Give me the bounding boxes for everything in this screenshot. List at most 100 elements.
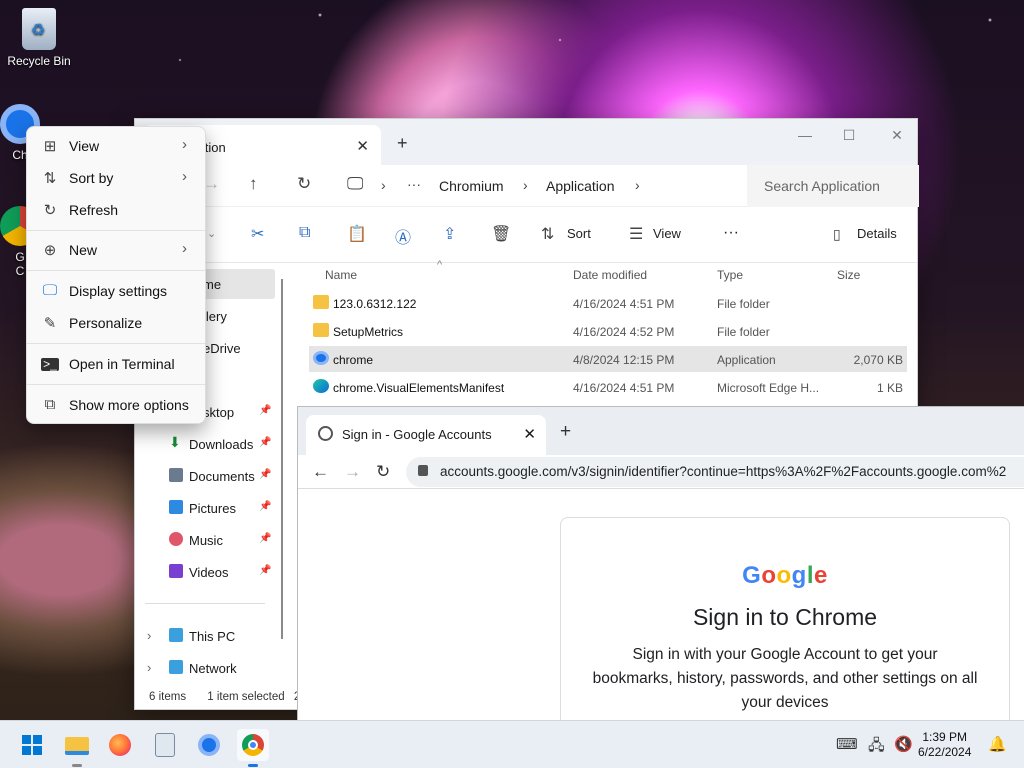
table-row[interactable]: chrome.VisualElementsManifest 4/16/2024 … bbox=[309, 374, 907, 400]
delete-icon[interactable]: 🗑 bbox=[491, 224, 511, 244]
up-icon[interactable]: ↑ bbox=[249, 174, 258, 194]
pictures-icon bbox=[169, 500, 183, 514]
file-list: Name ^ Date modified Type Size 123.0.631… bbox=[281, 259, 917, 405]
sidebar-item-label: Videos bbox=[189, 565, 229, 580]
chevron-right-icon: › bbox=[523, 177, 528, 193]
sidebar-item-videos[interactable]: Videos 📌 bbox=[135, 557, 275, 587]
firefox-taskbar-button[interactable] bbox=[104, 729, 136, 761]
chevron-down-icon[interactable]: ⌄ bbox=[207, 227, 216, 240]
menu-item-refresh[interactable]: ↻ Refresh bbox=[33, 195, 199, 225]
details-pane-icon[interactable]: ▯ bbox=[833, 226, 841, 243]
rename-icon[interactable]: Ⓐ bbox=[395, 224, 411, 248]
chrome-toolbar: ← → ↻ accounts.google.com/v3/signin/iden… bbox=[298, 455, 1024, 489]
recycle-bin-icon[interactable]: ♻ Recycle Bin bbox=[0, 8, 78, 68]
lock-icon bbox=[418, 465, 428, 476]
notification-bell-icon[interactable]: 🔔 bbox=[988, 735, 1007, 753]
keyboard-icon[interactable]: ⌨ bbox=[836, 735, 858, 753]
sort-up-icon: ^ bbox=[437, 259, 443, 271]
recycle-bin-label: Recycle Bin bbox=[7, 54, 71, 68]
more-options-icon[interactable]: ··· bbox=[723, 224, 739, 242]
display-icon: 🖵 bbox=[42, 282, 58, 299]
chevron-right-icon[interactable]: › bbox=[147, 628, 151, 643]
menu-item-label: Sort by bbox=[69, 170, 114, 186]
table-row[interactable]: SetupMetrics 4/16/2024 4:52 PM File fold… bbox=[309, 318, 907, 344]
network-icon[interactable]: 🖧 bbox=[868, 735, 885, 760]
chromium-icon bbox=[198, 734, 220, 756]
search-input[interactable]: Search Application bbox=[747, 165, 919, 207]
file-name: 123.0.6312.122 bbox=[333, 297, 417, 311]
view-icon[interactable]: ☰ bbox=[629, 224, 643, 244]
address-bar[interactable]: accounts.google.com/v3/signin/identifier… bbox=[406, 457, 1024, 487]
more-path-icon[interactable]: ··· bbox=[407, 176, 421, 192]
this-pc-icon[interactable]: 🖵 bbox=[347, 174, 363, 194]
chrome-taskbar-button[interactable] bbox=[237, 729, 269, 767]
file-type: File folder bbox=[717, 297, 770, 311]
chevron-right-icon[interactable]: › bbox=[147, 660, 151, 675]
menu-item-view[interactable]: ⊞ View › bbox=[33, 131, 199, 161]
sort-icon[interactable]: ⇅ bbox=[541, 224, 554, 244]
sidebar-item-network[interactable]: › Network bbox=[135, 653, 275, 683]
file-date: 4/16/2024 4:51 PM bbox=[573, 381, 675, 395]
sidebar-item-documents[interactable]: Documents 📌 bbox=[135, 461, 275, 491]
close-tab-icon[interactable]: ✕ bbox=[523, 425, 536, 443]
reload-icon[interactable]: ↻ bbox=[376, 462, 390, 482]
app-taskbar-button[interactable] bbox=[149, 729, 181, 761]
start-button[interactable] bbox=[16, 729, 48, 761]
menu-item-display-settings[interactable]: 🖵 Display settings bbox=[33, 276, 199, 306]
menu-separator bbox=[27, 343, 205, 344]
new-tab-icon[interactable]: + bbox=[397, 133, 408, 154]
paste-icon[interactable]: 📋 bbox=[347, 224, 367, 244]
refresh-icon[interactable]: ↻ bbox=[297, 174, 311, 194]
minimize-icon[interactable]: — bbox=[795, 127, 815, 143]
volume-muted-icon[interactable]: 🔇 bbox=[894, 735, 913, 753]
back-icon[interactable]: ← bbox=[312, 462, 329, 482]
chromium-taskbar-button[interactable] bbox=[193, 729, 225, 761]
breadcrumb-chromium[interactable]: Chromium bbox=[439, 178, 504, 194]
refresh-icon: ↻ bbox=[43, 202, 57, 219]
table-row[interactable]: chrome 4/8/2024 12:15 PM Application 2,0… bbox=[309, 346, 907, 372]
forward-icon[interactable]: → bbox=[344, 462, 361, 482]
menu-item-sort-by[interactable]: ⇅ Sort by › bbox=[33, 163, 199, 193]
file-size: 2,070 KB bbox=[853, 353, 903, 367]
sidebar-item-label: This PC bbox=[189, 629, 236, 644]
table-row[interactable]: 123.0.6312.122 4/16/2024 4:51 PM File fo… bbox=[309, 290, 907, 316]
breadcrumb-application[interactable]: Application bbox=[546, 178, 615, 194]
chrome-tab-strip: Sign in - Google Accounts ✕ + bbox=[298, 407, 1024, 455]
chrome-tab[interactable]: Sign in - Google Accounts ✕ bbox=[306, 415, 546, 455]
clock[interactable]: 1:39 PM 6/22/2024 bbox=[918, 730, 971, 760]
sidebar-item-music[interactable]: Music 📌 bbox=[135, 525, 275, 555]
network-icon bbox=[169, 660, 183, 674]
copy-icon[interactable]: ⧉ bbox=[299, 224, 310, 242]
windows-logo-icon bbox=[22, 735, 42, 755]
pin-icon: 📌 bbox=[259, 405, 272, 416]
menu-item-new[interactable]: ⊕ New › bbox=[33, 235, 199, 265]
file-type: Microsoft Edge H... bbox=[717, 381, 820, 395]
sort-button[interactable]: Sort bbox=[567, 226, 591, 241]
menu-item-open-terminal[interactable]: >_ Open in Terminal bbox=[33, 349, 199, 379]
menu-item-label: Open in Terminal bbox=[69, 356, 175, 372]
folder-icon bbox=[313, 295, 329, 309]
view-button[interactable]: View bbox=[653, 226, 681, 241]
close-window-icon[interactable]: ✕ bbox=[887, 127, 907, 144]
file-name: SetupMetrics bbox=[333, 325, 404, 339]
file-type: Application bbox=[717, 353, 776, 367]
sidebar-item-this-pc[interactable]: › This PC bbox=[135, 621, 275, 651]
share-icon[interactable]: ⇪ bbox=[443, 224, 456, 244]
menu-item-personalize[interactable]: ✎ Personalize bbox=[33, 308, 199, 338]
chrome-tab-title: Sign in - Google Accounts bbox=[342, 427, 492, 442]
menu-item-label: New bbox=[69, 242, 98, 258]
new-tab-icon[interactable]: + bbox=[560, 421, 571, 443]
music-icon bbox=[169, 532, 183, 546]
file-explorer-taskbar-button[interactable] bbox=[61, 729, 93, 767]
sidebar-item-downloads[interactable]: ⬇ Downloads 📌 bbox=[135, 429, 275, 459]
close-tab-icon[interactable]: ✕ bbox=[356, 137, 369, 155]
terminal-icon: >_ bbox=[41, 358, 59, 371]
menu-item-show-more-options[interactable]: ⧉ Show more options bbox=[33, 390, 199, 420]
clock-time: 1:39 PM bbox=[922, 730, 968, 744]
details-button[interactable]: Details bbox=[857, 226, 897, 241]
documents-icon bbox=[169, 468, 183, 482]
cut-icon[interactable]: ✂ bbox=[251, 224, 264, 244]
maximize-icon[interactable]: ☐ bbox=[839, 127, 859, 144]
menu-item-label: Personalize bbox=[69, 315, 143, 331]
sidebar-item-pictures[interactable]: Pictures 📌 bbox=[135, 493, 275, 523]
